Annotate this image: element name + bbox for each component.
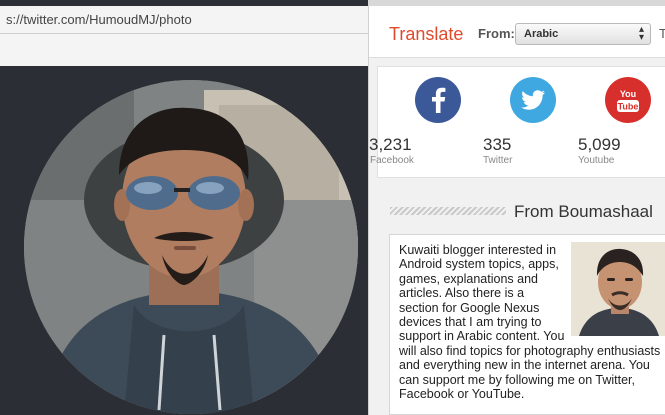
browser-pane: s://twitter.com/HumoudMJ/photo: [0, 0, 368, 415]
about-section-title: From Boumashaal: [514, 202, 653, 221]
about-section-header: From Boumashaal: [377, 200, 665, 226]
header-hatch-decoration: [390, 207, 506, 215]
twitter-count: 335: [483, 135, 512, 154]
blog-sidebar: Translate From: Arabic ▴▾ T You Tube: [368, 6, 665, 415]
from-label: From:: [478, 26, 515, 41]
translate-widget: Translate From: Arabic ▴▾ T: [369, 6, 665, 58]
youtube-icon[interactable]: You Tube: [605, 77, 651, 123]
youtube-count: 5,099: [578, 135, 621, 154]
facebook-label: Facebook: [370, 155, 414, 166]
social-counters: You Tube 3,231 Facebook 335 Twitter 5,09…: [369, 66, 665, 178]
youtube-badge-line2: Tube: [618, 102, 639, 112]
language-select[interactable]: Arabic ▴ ▾: [515, 23, 651, 45]
profile-photo[interactable]: [24, 80, 358, 414]
language-select-value: Arabic: [524, 28, 559, 40]
about-card: Kuwaiti blogger interested in Android sy…: [389, 234, 665, 415]
page-background: [0, 34, 368, 66]
twitter-icon[interactable]: [510, 77, 556, 123]
about-description: Kuwaiti blogger interested in Android sy…: [399, 243, 661, 401]
photo-spacer: [567, 243, 661, 343]
profile-photo-illustration: [24, 80, 358, 414]
youtube-label: Youtube: [578, 155, 615, 166]
facebook-count: 3,231: [369, 135, 412, 154]
twitter-label: Twitter: [483, 155, 513, 166]
facebook-icon[interactable]: [415, 77, 461, 123]
youtube-badge-line1: You: [620, 89, 636, 99]
select-arrows-icon: ▴ ▾: [638, 24, 644, 43]
translate-title: Translate: [389, 24, 464, 44]
truncated-label: T: [659, 26, 665, 41]
url-text[interactable]: s://twitter.com/HumoudMJ/photo: [6, 12, 192, 27]
address-bar[interactable]: s://twitter.com/HumoudMJ/photo: [0, 6, 368, 34]
